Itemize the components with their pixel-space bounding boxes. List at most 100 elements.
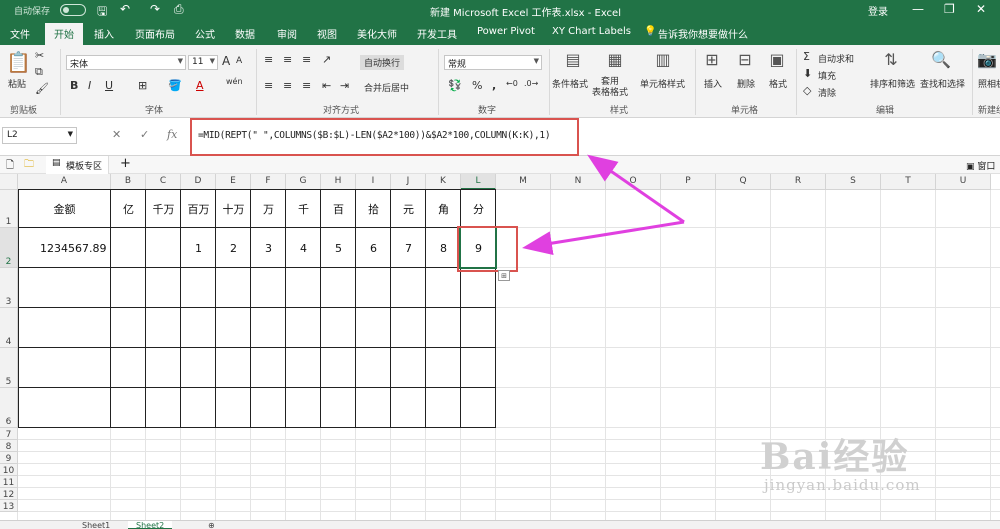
quick-analysis-icon[interactable]: ⊞: [498, 270, 510, 281]
find-select-button[interactable]: 查找和选择: [920, 77, 965, 90]
add-sheet-icon[interactable]: ⊕: [200, 521, 223, 529]
clear-button[interactable]: 清除: [818, 86, 836, 99]
data-cell[interactable]: [111, 228, 146, 268]
header-cell[interactable]: 百万: [181, 190, 216, 228]
row-header-5[interactable]: 5: [0, 348, 18, 388]
bold-button[interactable]: B: [70, 79, 78, 92]
column-header-l[interactable]: L: [461, 174, 496, 190]
fill-button[interactable]: 填充: [818, 69, 836, 82]
tab-home[interactable]: 开始: [45, 23, 83, 45]
align-bottom-icon[interactable]: ≡: [302, 53, 311, 66]
format-as-table-button[interactable]: 套用 表格格式: [592, 77, 628, 99]
header-cell[interactable]: 拾: [356, 190, 391, 228]
phonetic-icon[interactable]: wén: [226, 77, 243, 86]
column-header-p[interactable]: P: [661, 174, 716, 190]
column-header-u[interactable]: U: [936, 174, 991, 190]
font-name-combo[interactable]: 宋体 ▼: [66, 55, 186, 70]
sheet-tab-sheet2[interactable]: Sheet2: [128, 521, 173, 529]
sort-filter-button[interactable]: 排序和筛选: [870, 77, 915, 90]
print-preview-icon[interactable]: ⎙: [174, 2, 184, 17]
row-header-13[interactable]: 13: [0, 500, 18, 512]
wrap-text-button[interactable]: 自动换行: [360, 55, 405, 70]
row-header-11[interactable]: 11: [0, 476, 18, 488]
currency-icon[interactable]: 💱: [448, 79, 462, 92]
delete-cells-button[interactable]: 删除: [737, 77, 755, 90]
copy-icon[interactable]: ⧉: [35, 65, 43, 79]
column-header-c[interactable]: C: [146, 174, 181, 190]
tab-review[interactable]: 审阅: [277, 26, 297, 41]
find-select-icon[interactable]: 🔍: [930, 49, 952, 71]
italic-button[interactable]: I: [88, 79, 91, 92]
column-header-s[interactable]: S: [826, 174, 881, 190]
row-header-1[interactable]: 1: [0, 190, 18, 228]
header-cell[interactable]: 分: [461, 190, 496, 228]
column-header-d[interactable]: D: [181, 174, 216, 190]
autosum-icon[interactable]: Σ: [803, 50, 810, 63]
borders-icon[interactable]: ⊞: [138, 79, 147, 92]
merge-center-button[interactable]: 合并后居中: [364, 81, 409, 94]
close-icon[interactable]: ✕: [976, 2, 986, 16]
template-zone-tab[interactable]: ▤ 模板专区: [46, 156, 110, 174]
row-header-12[interactable]: 12: [0, 488, 18, 500]
data-cell[interactable]: 3: [251, 228, 286, 268]
tab-formulas[interactable]: 公式: [195, 26, 215, 41]
tab-xy-chart-labels[interactable]: XY Chart Labels: [552, 26, 631, 37]
cell-styles-icon[interactable]: ▥: [652, 49, 674, 71]
decrease-decimal-icon[interactable]: .0→: [524, 79, 538, 88]
header-cell[interactable]: 角: [426, 190, 461, 228]
column-header-j[interactable]: J: [391, 174, 426, 190]
row-header-9[interactable]: 9: [0, 452, 18, 464]
conditional-format-button[interactable]: 条件格式: [552, 77, 588, 90]
insert-function-icon[interactable]: fx: [167, 128, 177, 141]
row-header-3[interactable]: 3: [0, 268, 18, 308]
column-header-t[interactable]: T: [881, 174, 936, 190]
row-header-7[interactable]: 7: [0, 428, 18, 440]
paste-label[interactable]: 粘贴: [8, 77, 26, 90]
column-header-e[interactable]: E: [216, 174, 251, 190]
tab-page-layout[interactable]: 页面布局: [135, 26, 175, 41]
sort-filter-icon[interactable]: ⇅: [880, 49, 902, 71]
grow-font-icon[interactable]: A: [222, 54, 230, 68]
data-cell[interactable]: 1: [181, 228, 216, 268]
cell-styles-button[interactable]: 单元格样式: [640, 77, 685, 90]
column-header-h[interactable]: H: [321, 174, 356, 190]
data-cell[interactable]: 4: [286, 228, 321, 268]
tab-insert[interactable]: 插入: [94, 26, 114, 41]
row-header-4[interactable]: 4: [0, 308, 18, 348]
add-tab-button[interactable]: +: [120, 156, 131, 171]
header-cell[interactable]: 千: [286, 190, 321, 228]
comma-button[interactable]: ,: [492, 79, 496, 92]
clear-icon[interactable]: ◇: [803, 84, 811, 97]
tab-view[interactable]: 视图: [317, 26, 337, 41]
column-header-b[interactable]: B: [111, 174, 146, 190]
autosum-button[interactable]: 自动求和: [818, 52, 854, 65]
insert-cells-icon[interactable]: ⊞: [701, 49, 723, 71]
conditional-format-icon[interactable]: ▤: [562, 49, 584, 71]
row-header-8[interactable]: 8: [0, 440, 18, 452]
font-color-icon[interactable]: A: [196, 79, 204, 92]
format-cells-button[interactable]: 格式: [769, 77, 787, 90]
underline-button[interactable]: U: [105, 79, 113, 92]
format-as-table-icon[interactable]: ▦: [604, 49, 626, 71]
column-header-q[interactable]: Q: [716, 174, 771, 190]
row-header-6[interactable]: 6: [0, 388, 18, 428]
new-file-icon[interactable]: 🗋: [6, 158, 14, 175]
header-cell[interactable]: 亿: [111, 190, 146, 228]
column-header-g[interactable]: G: [286, 174, 321, 190]
tab-file[interactable]: 文件: [10, 26, 30, 41]
tab-power-pivot[interactable]: Power Pivot: [477, 26, 535, 37]
camera-button[interactable]: 照相机: [978, 77, 1000, 90]
align-right-icon[interactable]: ≡: [302, 79, 311, 92]
data-cell[interactable]: 6: [356, 228, 391, 268]
data-cell[interactable]: 8: [426, 228, 461, 268]
column-header-a[interactable]: A: [18, 174, 111, 190]
open-folder-icon[interactable]: 🗀: [24, 157, 34, 174]
align-left-icon[interactable]: ≡: [264, 79, 273, 92]
redo-icon[interactable]: ↷: [150, 2, 160, 16]
font-size-combo[interactable]: 11 ▼: [188, 55, 218, 70]
minimize-icon[interactable]: —: [912, 2, 924, 16]
data-cell[interactable]: 5: [321, 228, 356, 268]
paste-icon[interactable]: 📋: [6, 51, 31, 73]
shrink-font-icon[interactable]: A: [236, 56, 242, 66]
confirm-entry-icon[interactable]: ✓: [140, 128, 149, 141]
